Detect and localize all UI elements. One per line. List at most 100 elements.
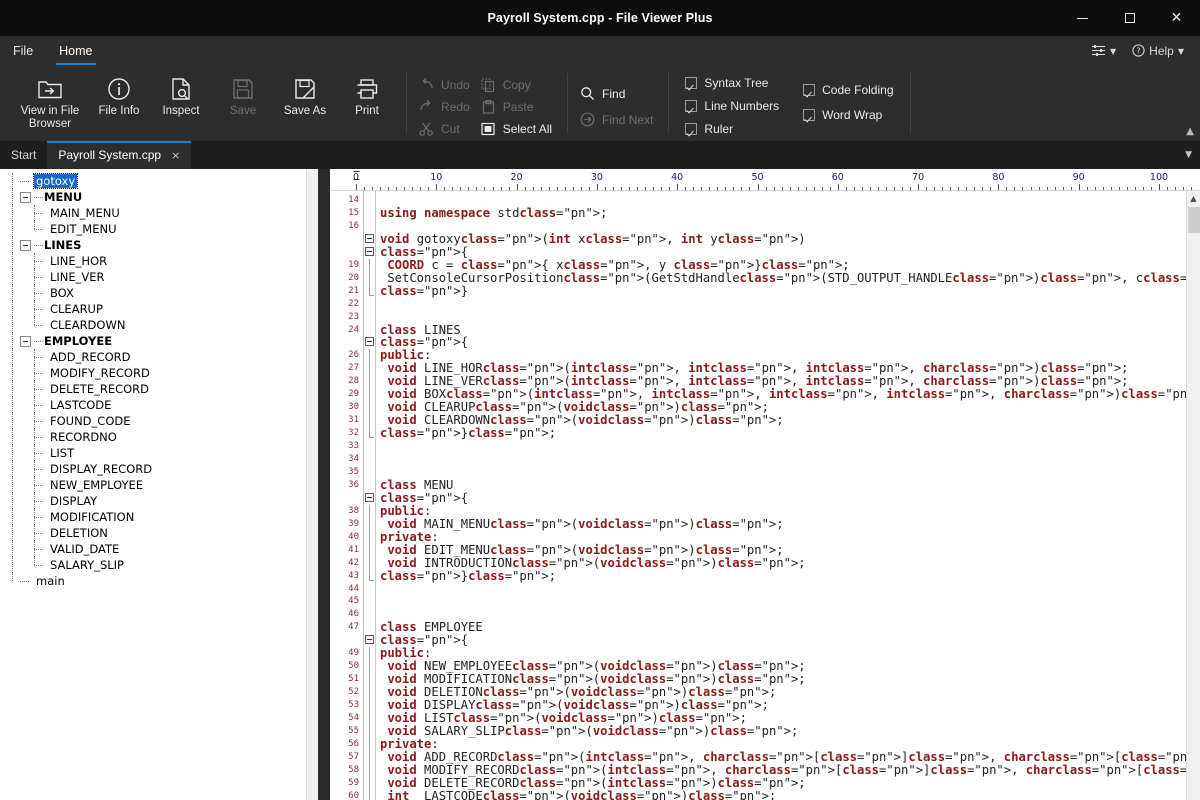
minimize-button[interactable]: [1059, 0, 1106, 36]
scroll-thumb[interactable]: [1188, 207, 1200, 233]
tree-item-box[interactable]: BOX: [6, 285, 306, 301]
document-magnifier-icon: [170, 74, 192, 104]
print-button[interactable]: Print: [336, 68, 398, 141]
select-all-button[interactable]: Select All: [477, 118, 559, 140]
tree-elbow: [34, 333, 43, 349]
line-number: 47: [348, 622, 359, 633]
tree-item-main-menu[interactable]: MAIN_MENU: [6, 205, 306, 221]
panel-splitter[interactable]: [318, 169, 330, 800]
fold-collapse-icon[interactable]: [365, 233, 374, 243]
tree-item-gotoxy[interactable]: gotoxy: [6, 173, 306, 189]
line-number: 44: [348, 583, 359, 594]
line-numbers-checkbox-box[interactable]: [685, 100, 698, 112]
checkbox-line-numbers[interactable]: Line Numbers: [677, 95, 787, 118]
checkbox-code-folding[interactable]: Code Folding: [795, 79, 901, 102]
fold-collapse-icon[interactable]: [365, 337, 374, 347]
tree-item-label: VALID_DATE: [50, 542, 120, 556]
tree-elbow: [34, 541, 48, 557]
tree-item-label: RECORDNO: [50, 430, 117, 444]
tree-item-deletion[interactable]: DELETION: [6, 525, 306, 541]
editor-vertical-scrollbar[interactable]: ▲: [1186, 191, 1200, 800]
line-numbers-label: Line Numbers: [704, 99, 780, 113]
tree-item-add-record[interactable]: ADD_RECORD: [6, 349, 306, 365]
ruler-tick: [596, 184, 598, 190]
code-text[interactable]: using namespace stdclass="pn">; void goto…: [376, 191, 1186, 800]
tree-item-found-code[interactable]: FOUND_CODE: [6, 413, 306, 429]
file-info-button[interactable]: File Info: [88, 68, 150, 141]
view-in-file-browser-button[interactable]: View in File Browser: [12, 68, 88, 141]
tree-item-cleardown[interactable]: CLEARDOWN: [6, 317, 306, 333]
syntax-tree[interactable]: gotoxy MENU MAIN_MENU EDIT_MENU LINES LINE_HO…: [0, 169, 306, 800]
tab-overflow-chevron-down-icon[interactable]: ▼: [1177, 141, 1200, 169]
tree-collapse-icon[interactable]: [20, 239, 31, 251]
code-folding-strip[interactable]: [364, 191, 376, 800]
tree-item-salary-slip[interactable]: SALARY_SLIP: [6, 557, 306, 573]
file-viewer-plus-window: Payroll System.cpp - File Viewer Plus ✕ …: [0, 0, 1200, 800]
checkbox-syntax-tree[interactable]: Syntax Tree: [677, 72, 787, 95]
line-number: 28: [348, 376, 359, 387]
save-as-button[interactable]: Save As: [274, 68, 336, 141]
tree-item-line-hor[interactable]: LINE_HOR: [6, 253, 306, 269]
redo-arrow-icon: [418, 100, 435, 113]
tree-item-recordno[interactable]: RECORDNO: [6, 429, 306, 445]
tree-item-new-employee[interactable]: NEW_EMPLOYEE: [6, 477, 306, 493]
line-number: 41: [348, 544, 359, 555]
code-folding-checkbox-box[interactable]: [803, 84, 816, 97]
tree-collapse-icon[interactable]: [20, 191, 31, 203]
inspect-button[interactable]: Inspect: [150, 68, 212, 141]
tree-rail: [6, 205, 20, 221]
maximize-button[interactable]: [1106, 0, 1153, 36]
syntax-tree-checkbox-box[interactable]: [685, 77, 698, 89]
find-button[interactable]: Find: [576, 81, 660, 107]
tree-item-valid-date[interactable]: VALID_DATE: [6, 541, 306, 557]
fold-collapse-icon[interactable]: [365, 492, 374, 502]
ruler-tick: [356, 184, 357, 190]
ribbon-group-file: View in File Browser File Info Inspect S…: [6, 65, 404, 141]
tree-item-main[interactable]: main: [6, 573, 306, 589]
tree-elbow: [34, 413, 48, 429]
line-number: 40: [348, 531, 359, 542]
tree-elbow: [34, 269, 48, 285]
tree-item-employee[interactable]: EMPLOYEE: [6, 333, 306, 349]
code-line: void gotoxyclass="pn">(int xclass="pn">,…: [380, 231, 806, 246]
tree-item-lastcode[interactable]: LASTCODE: [6, 397, 306, 413]
fold-guide-line: [369, 530, 370, 544]
tree-item-edit-menu[interactable]: EDIT_MENU: [6, 221, 306, 237]
code-line: class="pn">}class="pn">;: [380, 568, 557, 583]
menu-item-home[interactable]: Home: [46, 36, 105, 65]
tree-item-delete-record[interactable]: DELETE_RECORD: [6, 381, 306, 397]
tree-item-menu[interactable]: MENU: [6, 189, 306, 205]
tree-rail: [6, 253, 20, 269]
tree-item-clearup[interactable]: CLEARUP: [6, 301, 306, 317]
fold-guide-line: [369, 699, 370, 712]
ribbon-collapse-chevron-up-icon[interactable]: ▲: [1186, 126, 1194, 137]
word-wrap-checkbox-box[interactable]: [803, 108, 816, 121]
syntax-tree-vertical-scrollbar[interactable]: [306, 169, 318, 800]
tree-item-display-record[interactable]: DISPLAY_RECORD: [6, 461, 306, 477]
tree-item-list[interactable]: LIST: [6, 445, 306, 461]
menu-item-file[interactable]: File: [0, 36, 46, 65]
settings-button[interactable]: ▼: [1085, 42, 1122, 59]
tree-item-line-ver[interactable]: LINE_VER: [6, 269, 306, 285]
tab-start[interactable]: Start: [0, 141, 47, 169]
checkbox-ruler[interactable]: Ruler: [677, 118, 787, 141]
line-number: 36: [348, 479, 359, 490]
fold-guide-line: [369, 375, 370, 389]
tree-item-modify-record[interactable]: MODIFY_RECORD: [6, 365, 306, 381]
tree-elbow: [34, 301, 48, 317]
tree-item-modification[interactable]: MODIFICATION: [6, 509, 306, 525]
fold-collapse-icon[interactable]: [365, 635, 374, 645]
find-label: Find: [602, 86, 626, 101]
tree-item-lines[interactable]: LINES: [6, 237, 306, 253]
fold-collapse-icon[interactable]: [365, 246, 374, 256]
ruler-checkbox-box[interactable]: [685, 123, 698, 135]
tree-rail: [6, 173, 20, 189]
tab-payroll-system-cpp[interactable]: Payroll System.cpp ×: [47, 141, 192, 169]
scroll-up-button[interactable]: ▲: [1186, 191, 1200, 205]
help-button[interactable]: ? Help ▼: [1126, 42, 1190, 60]
tree-collapse-icon[interactable]: [20, 335, 31, 347]
tab-close-icon[interactable]: ×: [171, 149, 180, 162]
tree-item-display[interactable]: DISPLAY: [6, 493, 306, 509]
checkbox-word-wrap[interactable]: Word Wrap: [795, 103, 901, 126]
close-button[interactable]: ✕: [1153, 0, 1200, 36]
